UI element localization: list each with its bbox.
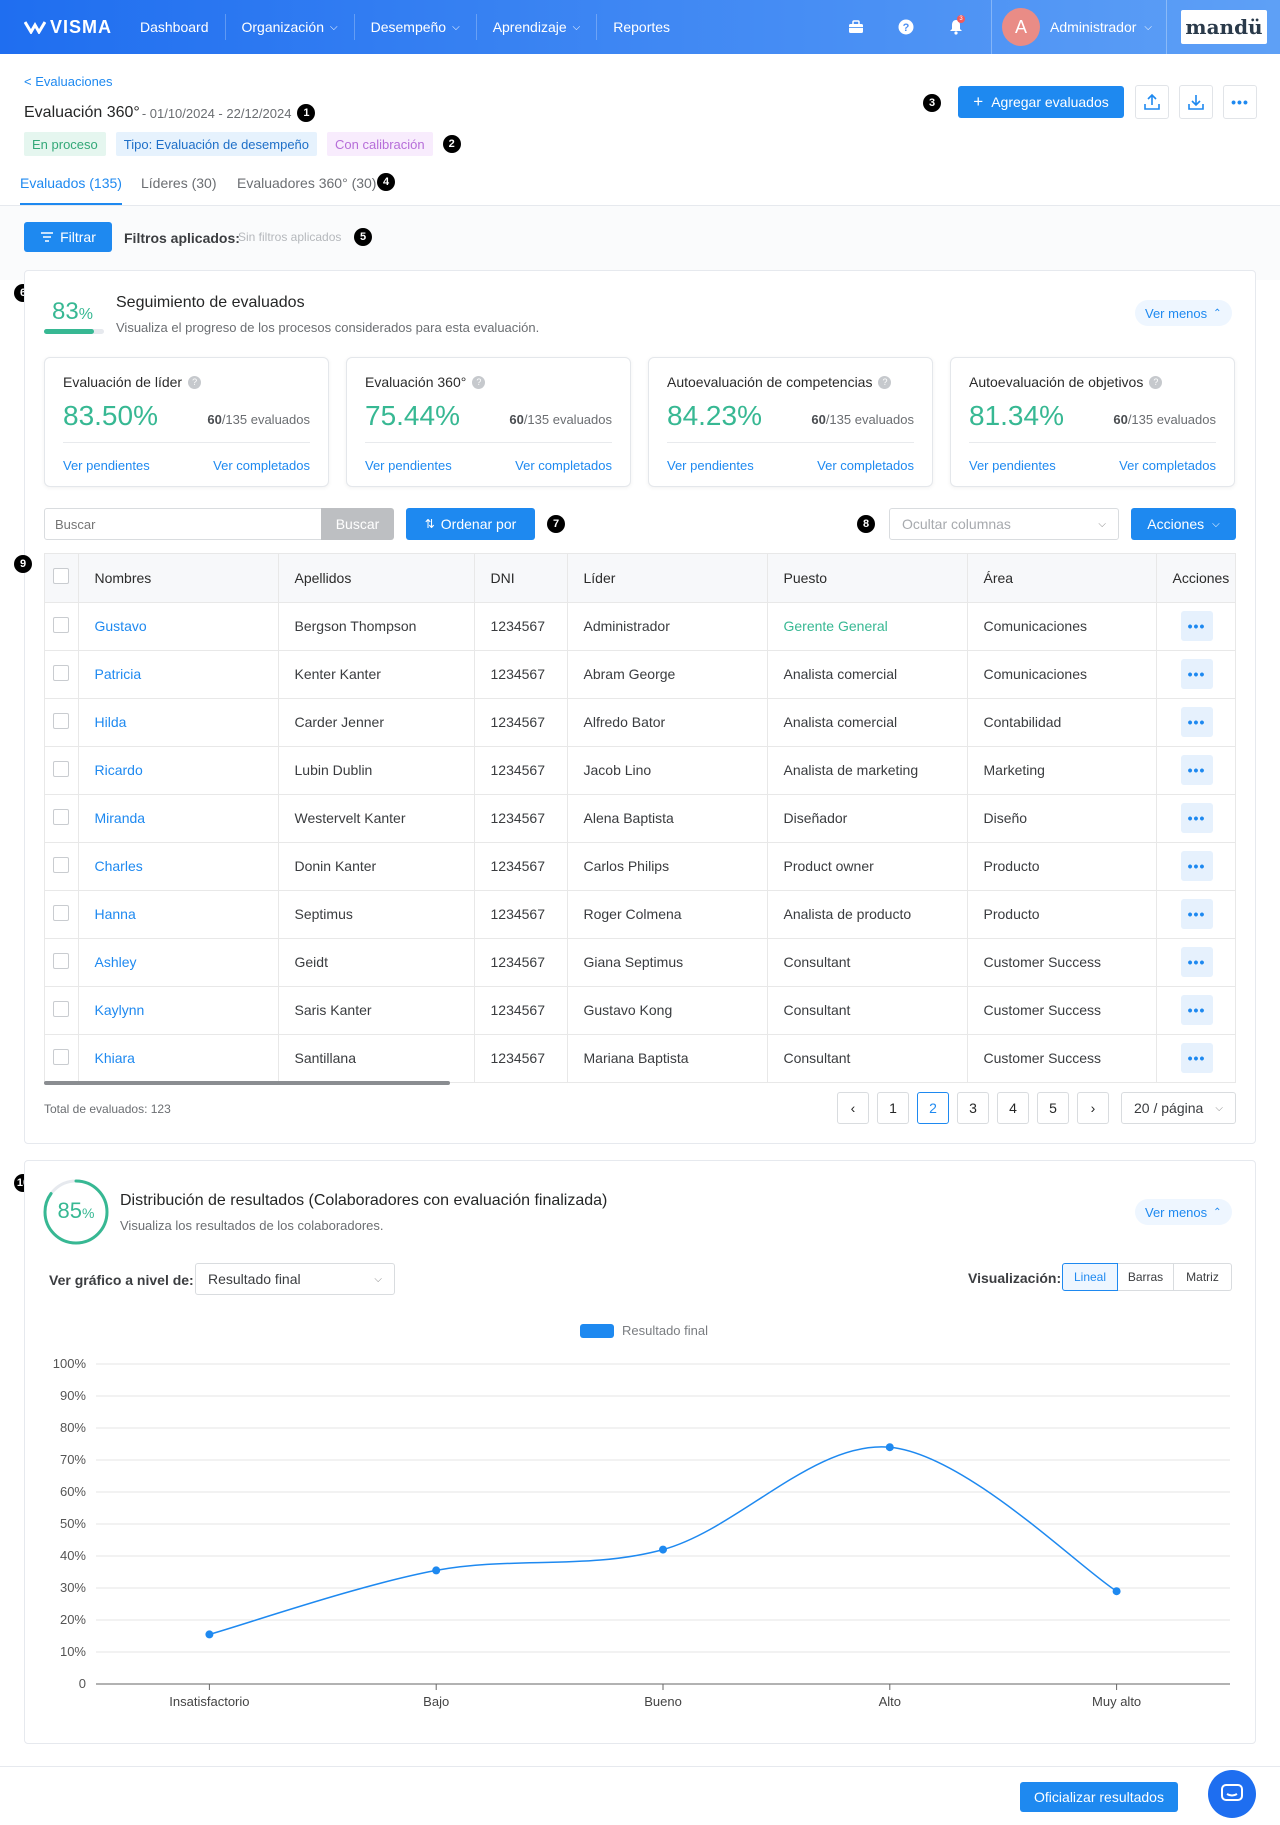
data-point[interactable] — [205, 1630, 214, 1639]
series-line — [209, 1446, 1118, 1636]
data-point[interactable] — [432, 1566, 441, 1575]
chat-launcher[interactable] — [1208, 1770, 1256, 1818]
data-point[interactable] — [659, 1545, 667, 1554]
x-tick-label: Insatisfactorio — [169, 1694, 250, 1709]
footer-divider — [0, 1766, 1280, 1767]
x-tick-label: Bajo — [423, 1694, 450, 1709]
data-point[interactable] — [885, 1443, 894, 1452]
chat-icon — [1221, 1784, 1243, 1801]
x-tick-label: Muy alto — [1092, 1694, 1142, 1709]
officialize-results-button[interactable]: Oficializar resultados — [1020, 1782, 1178, 1812]
x-tick-label: Alto — [878, 1694, 901, 1709]
x-tick-label: Bueno — [644, 1694, 682, 1709]
line-chart — [96, 1363, 1230, 1690]
data-point[interactable] — [1112, 1587, 1121, 1596]
